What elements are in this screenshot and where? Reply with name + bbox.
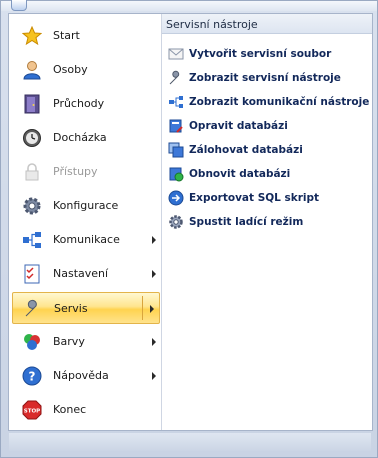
submenu-arrow-icon — [152, 372, 156, 380]
submenu-item-communication-tools[interactable]: Zobrazit komunikační nástroje — [162, 90, 372, 114]
clock-icon — [22, 128, 42, 148]
submenu-header: Servisní nástroje — [162, 14, 372, 34]
menu-item-label: Konfigurace — [53, 199, 119, 212]
palette-icon — [22, 332, 42, 352]
submenu-header-label: Servisní nástroje — [166, 18, 258, 31]
gear-icon — [22, 196, 42, 216]
database-repair-icon — [168, 118, 184, 134]
submenu-item-label: Zobrazit servisní nástroje — [189, 72, 341, 84]
menu-item-label: Osoby — [53, 63, 88, 76]
menu-item-pristupy: Přístupy — [12, 156, 160, 188]
title-strip — [1, 0, 377, 11]
lock-icon — [22, 162, 42, 182]
door-icon — [22, 94, 42, 114]
menu-item-komunikace[interactable]: Komunikace — [12, 224, 160, 256]
submenu-item-backup-database[interactable]: Zálohovat databázi — [162, 138, 372, 162]
database-backup-icon — [168, 142, 184, 158]
envelope-icon — [168, 46, 184, 62]
menu-item-label: Start — [53, 29, 80, 42]
submenu-panel: Servisní nástroje Vytvořit servisní soub… — [162, 14, 372, 430]
menu-item-label: Nastavení — [53, 267, 109, 280]
menu-item-barvy[interactable]: Barvy — [12, 326, 160, 358]
menu-item-dochazka[interactable]: Docházka — [12, 122, 160, 154]
menu-item-pruchody[interactable]: Průchody — [12, 88, 160, 120]
wrench-icon — [23, 299, 43, 319]
star-icon — [22, 26, 42, 46]
window-frame: Start Osoby Průchody Docházka Přístupy K… — [0, 0, 378, 458]
help-icon: ? — [22, 366, 42, 386]
network-icon — [168, 94, 184, 110]
menu-item-napoveda[interactable]: ? Nápověda — [12, 360, 160, 392]
split-divider — [142, 296, 143, 320]
submenu-item-create-service-file[interactable]: Vytvořit servisní soubor — [162, 42, 372, 66]
wrench-icon — [168, 70, 184, 86]
person-icon — [22, 60, 42, 80]
submenu-item-label: Exportovat SQL skript — [189, 192, 320, 204]
submenu-item-label: Obnovit databázi — [189, 168, 291, 180]
menu-item-osoby[interactable]: Osoby — [12, 54, 160, 86]
menu-item-label: Docházka — [53, 131, 107, 144]
database-restore-icon — [168, 166, 184, 182]
checklist-icon — [22, 264, 42, 284]
submenu-item-service-tools[interactable]: Zobrazit servisní nástroje — [162, 66, 372, 90]
menu-item-servis[interactable]: Servis — [12, 292, 160, 324]
menu-item-konec[interactable]: STOP Konec — [12, 394, 160, 426]
menu-item-konfigurace[interactable]: Konfigurace — [12, 190, 160, 222]
submenu-item-label: Vytvořit servisní soubor — [189, 48, 332, 60]
submenu-arrow-icon — [152, 338, 156, 346]
svg-text:STOP: STOP — [24, 409, 40, 415]
submenu-item-label: Zálohovat databázi — [189, 144, 303, 156]
menu-item-label: Barvy — [53, 335, 85, 348]
menu-item-label: Servis — [54, 302, 88, 315]
submenu-item-export-sql[interactable]: Exportovat SQL skript — [162, 186, 372, 210]
export-icon — [168, 190, 184, 206]
menu-item-label: Průchody — [53, 97, 105, 110]
submenu-item-label: Opravit databázi — [189, 120, 288, 132]
menu-item-label: Nápověda — [53, 369, 109, 382]
submenu-item-debug-mode[interactable]: Spustit ladící režim — [162, 210, 372, 234]
main-menu-list: Start Osoby Průchody Docházka Přístupy K… — [9, 14, 162, 430]
submenu-item-label: Spustit ladící režim — [189, 216, 304, 228]
network-icon — [22, 230, 42, 250]
application-menu: Start Osoby Průchody Docházka Přístupy K… — [8, 13, 373, 431]
gear-icon — [168, 214, 184, 230]
submenu-arrow-icon — [150, 305, 154, 313]
menu-item-label: Přístupy — [53, 165, 98, 178]
submenu-arrow-icon — [152, 270, 156, 278]
submenu-arrow-icon — [152, 236, 156, 244]
submenu-item-label: Zobrazit komunikační nástroje — [189, 96, 370, 108]
menu-item-start[interactable]: Start — [12, 20, 160, 52]
menu-footer — [9, 433, 371, 451]
app-icon[interactable] — [11, 0, 27, 11]
menu-item-label: Komunikace — [53, 233, 120, 246]
menu-item-label: Konec — [53, 403, 87, 416]
menu-item-nastaveni[interactable]: Nastavení — [12, 258, 160, 290]
submenu-item-repair-database[interactable]: Opravit databázi — [162, 114, 372, 138]
svg-text:?: ? — [29, 370, 36, 384]
stop-icon: STOP — [22, 400, 42, 420]
submenu-item-restore-database[interactable]: Obnovit databázi — [162, 162, 372, 186]
